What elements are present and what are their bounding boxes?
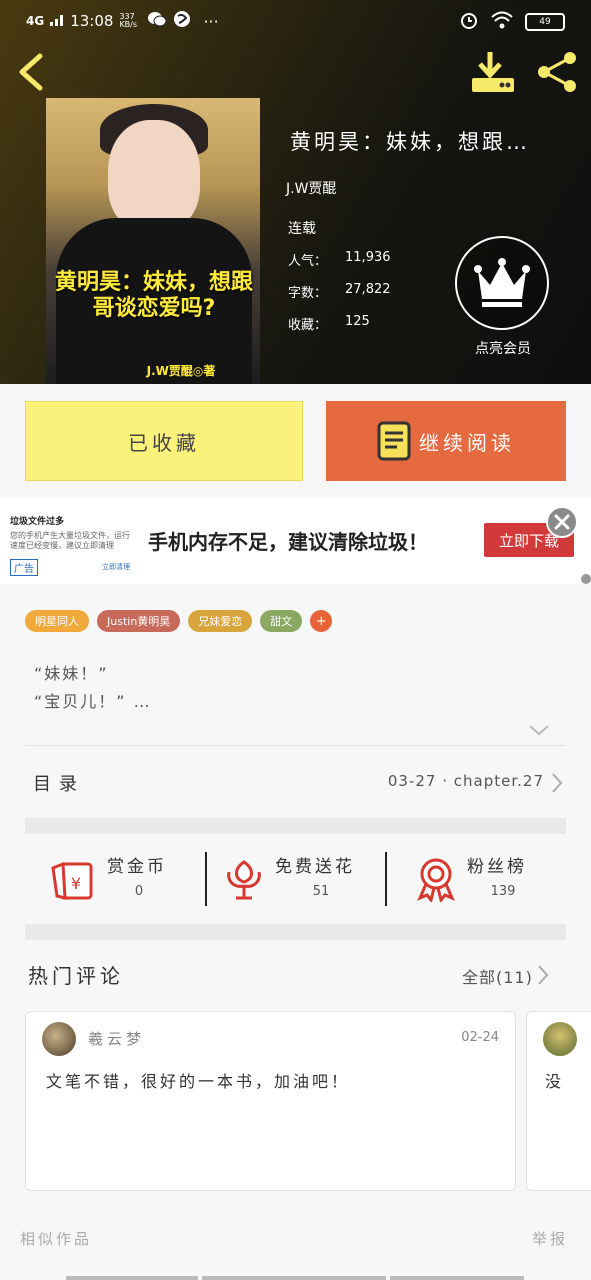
download-icon [472, 52, 514, 92]
word-count-label: 字数： [288, 286, 328, 301]
comment-date: 02-24 [461, 1030, 499, 1045]
word-count-stat: 字数： 27,822 [288, 282, 391, 301]
favorites-stat: 收藏： 125 [288, 314, 370, 333]
red-envelope-icon: ¥ [51, 861, 93, 900]
status-bar: 4G 13:08 337 KB/s ··· 49 [0, 0, 591, 44]
all-comments-link[interactable]: 全部(11) [462, 964, 533, 988]
more-dots: ··· [203, 11, 219, 31]
tag-2[interactable]: 兄妹爱恋 [188, 610, 253, 632]
intro-line: “妹妹！” [34, 664, 109, 683]
share-icon [538, 52, 576, 92]
book-header: 4G 13:08 337 KB/s ··· 49 黄明昊：妹妹，想跟哥谈恋爱吗?… [0, 0, 591, 384]
network-indicator: 4G [26, 14, 45, 28]
ad-close-button[interactable] [546, 506, 578, 538]
reward-coins-button[interactable]: ¥ 赏金币 0 [25, 834, 205, 924]
section-separator [25, 924, 566, 940]
cover-author: J.W贾醌◎著 [146, 364, 216, 378]
bottom-scroll-bars [66, 1276, 524, 1280]
medal-icon [417, 858, 455, 902]
chevron-right-icon[interactable] [536, 964, 550, 986]
back-button[interactable] [14, 52, 50, 92]
avatar[interactable] [543, 1022, 577, 1056]
toc-label: 目录 [33, 774, 85, 795]
chevron-down-icon[interactable] [528, 722, 550, 736]
svg-text:¥: ¥ [71, 874, 81, 893]
popularity-label: 人气： [288, 254, 328, 269]
ad-thumb-desc: 您的手机产生大量垃圾文件，运行速度已经变慢，建议立即清理 [10, 531, 130, 550]
tag-3[interactable]: 甜文 [260, 610, 303, 632]
section-separator [25, 818, 566, 834]
fan-ranking-button[interactable]: 粉丝榜 139 [387, 834, 566, 924]
favorites-value: 125 [345, 314, 370, 329]
add-tag-button[interactable]: + [310, 610, 333, 632]
net-speed-unit: KB/s [119, 20, 138, 29]
continue-reading-label: 继续阅读 [419, 430, 515, 455]
scroll-indicator [581, 574, 591, 584]
net-speed: 337 KB/s [119, 13, 141, 29]
chevron-left-icon [19, 53, 43, 91]
fans-count: 139 [490, 884, 516, 899]
intro-line: “宝贝儿！” … [34, 692, 152, 711]
report-link[interactable]: 举报 [532, 1228, 568, 1249]
comment-text: 文笔不错，很好的一本书，加油吧！ [46, 1072, 351, 1091]
book-author[interactable]: J.W贾醌 [286, 178, 336, 198]
browser-icon [173, 10, 191, 32]
fans-label: 粉丝榜 [467, 857, 527, 877]
download-button[interactable] [468, 50, 518, 94]
avatar[interactable] [42, 1022, 76, 1056]
wifi-icon [491, 11, 513, 33]
crown-icon [474, 258, 530, 307]
tag-0[interactable]: 明星同人 [25, 610, 89, 632]
tag-1[interactable]: Justin黄明昊 [97, 610, 181, 632]
book-title: 黄明昊：妹妹，想跟… [290, 130, 530, 154]
book-icon [377, 421, 411, 461]
latest-chapter: 03-27 · chapter.27 [387, 772, 544, 790]
action-bar: 已收藏 继续阅读 [0, 384, 591, 496]
ad-headline: 手机内存不足，建议清除垃圾！ [148, 530, 428, 554]
comment-card[interactable]: 羲云梦 02-24 文笔不错，很好的一本书，加油吧！ [25, 1011, 516, 1191]
popularity-value: 11,936 [345, 250, 391, 265]
flower-label: 免费送花 [275, 857, 355, 877]
vip-button[interactable] [455, 236, 549, 330]
word-count-value: 27,822 [345, 282, 391, 297]
favorited-button[interactable]: 已收藏 [25, 401, 303, 481]
ad-tag: 广告 [10, 559, 38, 576]
continue-reading-button[interactable]: 继续阅读 [326, 401, 566, 481]
ad-thumbnail: 垃圾文件过多 您的手机产生大量垃圾文件，运行速度已经变慢，建议立即清理 广告 立… [10, 514, 130, 576]
comment-text: 没 [545, 1072, 562, 1091]
table-of-contents-row[interactable]: 目录 03-27 · chapter.27 [25, 746, 566, 816]
comment-username[interactable]: 羲云梦 [88, 1028, 145, 1049]
engagement-row: ¥ 赏金币 0 免费送花 51 粉丝榜 139 [25, 834, 566, 924]
clock: 13:08 [70, 12, 114, 30]
share-button[interactable] [534, 50, 582, 94]
reward-label: 赏金币 [107, 857, 167, 877]
book-cover[interactable]: 黄明昊：妹妹，想跟哥谈恋爱吗? J.W贾醌◎著 [46, 98, 260, 384]
favorites-label: 收藏： [288, 318, 328, 333]
alarm-icon [459, 10, 479, 34]
book-intro[interactable]: “妹妹！” “宝贝儿！” … [34, 660, 152, 716]
ad-thumb-title: 垃圾文件过多 [10, 517, 65, 527]
cover-title: 黄明昊：妹妹，想跟哥谈恋爱吗? [54, 270, 253, 321]
popularity-stat: 人气： 11,936 [288, 250, 391, 269]
flower-count: 51 [312, 884, 330, 899]
chevron-right-icon [552, 773, 563, 793]
book-status: 连载 [288, 221, 316, 237]
battery-indicator: 49 [525, 13, 565, 31]
vip-label[interactable]: 点亮会员 [458, 338, 548, 358]
signal-icon [50, 12, 64, 30]
ad-banner[interactable]: 垃圾文件过多 您的手机产生大量垃圾文件，运行速度已经变慢，建议立即清理 广告 立… [0, 498, 591, 584]
comment-card[interactable]: 没 [526, 1011, 591, 1191]
ad-thumb-link: 立即清理 [102, 563, 130, 571]
flower-icon [227, 860, 261, 900]
tag-list: 明星同人 Justin黄明昊 兄妹爱恋 甜文 + [25, 610, 333, 632]
reward-count: 0 [134, 884, 144, 899]
hot-comments-title: 热门评论 [28, 964, 124, 988]
similar-works-title: 相似作品 [20, 1230, 93, 1248]
send-flower-button[interactable]: 免费送花 51 [207, 834, 385, 924]
wechat-icon [147, 10, 167, 32]
close-icon [554, 514, 570, 530]
